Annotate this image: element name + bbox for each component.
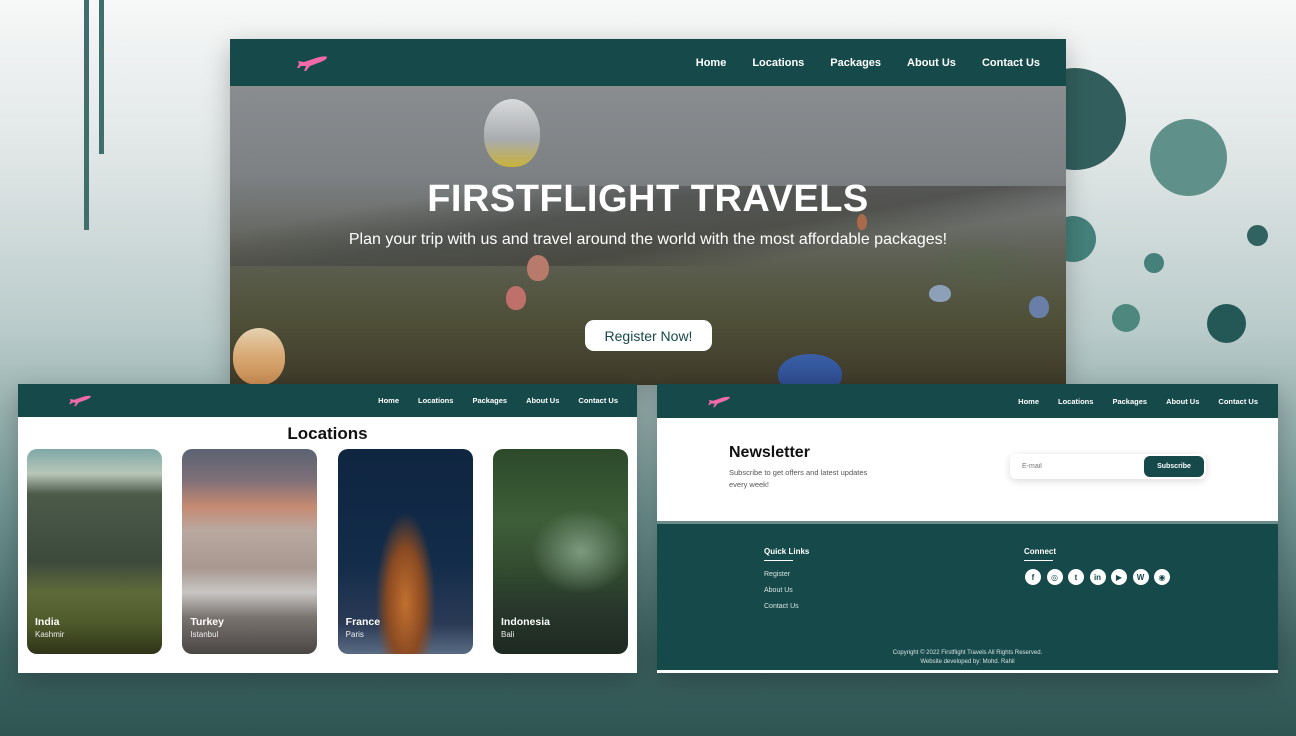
nav-locations[interactable]: Locations: [1058, 397, 1093, 406]
nav-locations[interactable]: Locations: [418, 396, 453, 405]
location-card-turkey[interactable]: Turkey Istanbul: [182, 449, 318, 654]
nav-about-us[interactable]: About Us: [1166, 397, 1199, 406]
nav-contact-us[interactable]: Contact Us: [1218, 397, 1258, 406]
nav-contact-us[interactable]: Contact Us: [578, 396, 618, 405]
hero-banner: FIRSTFLIGHT TRAVELS Plan your trip with …: [230, 86, 1066, 385]
twitter-icon[interactable]: t: [1068, 569, 1084, 585]
decorative-circle: [1150, 119, 1227, 196]
developer-credit: Website developed by: Mohd. Rahil: [920, 659, 1015, 665]
card-country: Indonesia: [500, 616, 550, 628]
locations-heading: Locations: [287, 424, 368, 443]
navbar: Home Locations Packages About Us Contact…: [230, 39, 1066, 86]
nav-packages[interactable]: Packages: [472, 396, 507, 405]
wordpress-icon[interactable]: W: [1132, 569, 1149, 585]
card-country: India: [35, 616, 60, 628]
youtube-icon[interactable]: ▶: [1111, 569, 1127, 585]
balloon-image: [1029, 296, 1049, 318]
nav-home[interactable]: Home: [696, 57, 727, 69]
newsletter-section: Newsletter Subscribe to get offers and l…: [657, 418, 1278, 524]
decorative-circle: [1112, 304, 1140, 332]
register-now-button[interactable]: Register Now!: [585, 320, 712, 351]
instagram-icon[interactable]: ◎: [1046, 569, 1063, 585]
footer-link-about-us[interactable]: About Us: [764, 587, 793, 594]
decorative-line-long: [84, 0, 89, 230]
location-cards: India Kashmir Turkey Istanbul France Par…: [18, 449, 637, 654]
location-card-india[interactable]: India Kashmir: [27, 449, 162, 654]
decorative-circle: [1207, 304, 1246, 343]
social-icons: f ◎ t in ▶ W ◉: [1025, 569, 1176, 585]
decorative-circle: [1144, 253, 1164, 273]
navbar: Home Locations Packages About Us Contact…: [657, 384, 1278, 418]
nav-home[interactable]: Home: [378, 396, 399, 405]
card-country: Turkey: [190, 616, 224, 628]
plane-logo-icon[interactable]: [68, 394, 92, 407]
subscribe-button[interactable]: Subscribe: [1144, 456, 1204, 477]
location-card-indonesia[interactable]: Indonesia Bali: [492, 449, 628, 654]
card-city: Kashmir: [35, 630, 65, 639]
location-card-france[interactable]: France Paris: [337, 449, 473, 654]
locations-screenshot: Home Locations Packages About Us Contact…: [18, 384, 637, 673]
email-input[interactable]: [1010, 454, 1140, 479]
newsletter-title: Newsletter: [729, 444, 810, 461]
quick-links-heading: Quick Links: [764, 547, 810, 561]
nav-locations[interactable]: Locations: [752, 57, 804, 69]
facebook-icon[interactable]: f: [1025, 569, 1041, 585]
card-country: France: [345, 616, 381, 628]
card-city: Paris: [345, 630, 364, 639]
nav-contact-us[interactable]: Contact Us: [982, 57, 1040, 69]
card-city: Bali: [500, 630, 515, 639]
balloon-image: [778, 354, 842, 385]
balloon-image: [233, 328, 285, 385]
footer-link-contact-us[interactable]: Contact Us: [764, 603, 799, 610]
balloon-image: [506, 286, 526, 310]
balloon-image: [527, 255, 549, 281]
newsletter-footer-screenshot: Home Locations Packages About Us Contact…: [657, 384, 1278, 673]
nav-about-us[interactable]: About Us: [526, 396, 559, 405]
hero-subtitle: Plan your trip with us and travel around…: [348, 231, 948, 248]
connect-heading: Connect: [1024, 547, 1056, 561]
hero-screenshot: Home Locations Packages About Us Contact…: [230, 39, 1066, 385]
decorative-line-short: [99, 0, 104, 154]
copyright-text: Copyright © 2022 Firstflight Travels All…: [892, 650, 1043, 656]
navbar: Home Locations Packages About Us Contact…: [18, 384, 637, 417]
github-icon[interactable]: ◉: [1154, 569, 1170, 585]
nav-packages[interactable]: Packages: [1112, 397, 1147, 406]
linkedin-icon[interactable]: in: [1089, 569, 1106, 585]
hero-title: FIRSTFLIGHT TRAVELS: [427, 178, 869, 220]
footer-link-register[interactable]: Register: [764, 571, 790, 578]
balloon-image: [929, 285, 951, 302]
footer: Quick Links Register About Us Contact Us…: [657, 524, 1278, 670]
plane-logo-icon[interactable]: [707, 395, 731, 408]
nav-home[interactable]: Home: [1018, 397, 1039, 406]
plane-logo-icon[interactable]: [296, 54, 328, 72]
newsletter-form: Subscribe: [1010, 454, 1206, 479]
balloon-image: [484, 99, 540, 167]
nav-about-us[interactable]: About Us: [907, 57, 956, 69]
card-city: Istanbul: [190, 630, 219, 639]
nav-packages[interactable]: Packages: [830, 57, 881, 69]
newsletter-description: Subscribe to get offers and latest updat…: [729, 468, 868, 489]
decorative-circle: [1247, 225, 1268, 246]
